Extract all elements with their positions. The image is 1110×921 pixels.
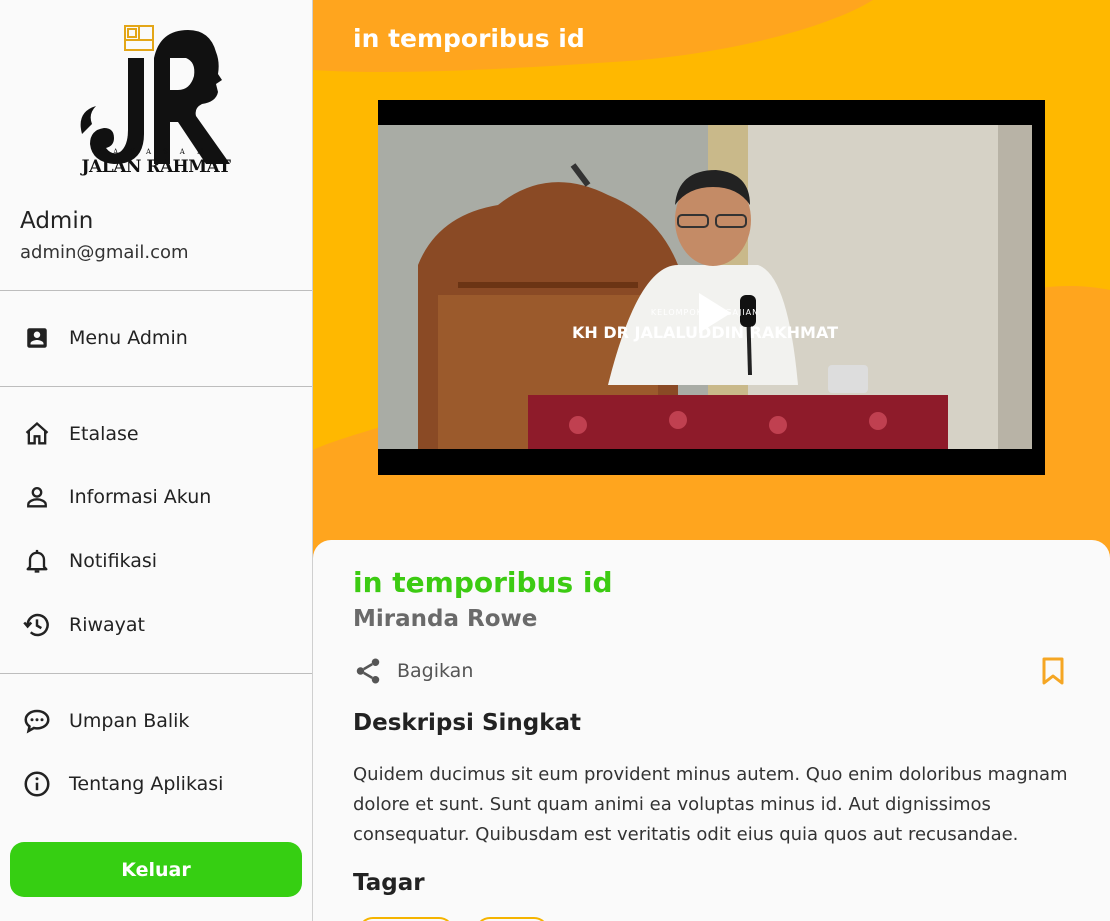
- video-player[interactable]: KELOMPOK PENGAJIAN KH DR JALALUDDIN RAKH…: [378, 100, 1045, 475]
- tag-chip[interactable]: [358, 917, 454, 921]
- description-heading: Deskripsi Singkat: [353, 710, 582, 736]
- sidebar-item-riwayat[interactable]: Riwayat: [0, 599, 312, 651]
- header-banner: in temporibus id KELOMPOK PENGAJIAN KH D…: [313, 0, 1110, 600]
- info-icon: [22, 769, 52, 799]
- divider: [0, 673, 312, 674]
- sidebar-item-informasi-akun[interactable]: Informasi Akun: [0, 471, 312, 523]
- share-icon: [353, 655, 383, 687]
- account-box-icon: [22, 323, 52, 353]
- sidebar-item-label: Menu Admin: [69, 327, 188, 349]
- sidebar-item-tentang-aplikasi[interactable]: Tentang Aplikasi: [0, 758, 312, 810]
- logout-button[interactable]: Keluar: [10, 842, 302, 897]
- sidebar-item-umpan-balik[interactable]: Umpan Balik: [0, 695, 312, 747]
- tags-heading: Tagar: [353, 870, 425, 896]
- bell-icon: [22, 546, 52, 576]
- jalan-rahmat-logo: YAYASAN JALAN RAHMAT: [70, 22, 242, 178]
- sidebar-item-etalase[interactable]: Etalase: [0, 408, 312, 460]
- content-card: in temporibus id Miranda Rowe Bagikan De…: [313, 540, 1110, 921]
- chat-bubble-icon: [22, 706, 52, 736]
- sidebar-item-label: Informasi Akun: [69, 486, 212, 508]
- description-text: Quidem ducimus sit eum provident minus a…: [353, 764, 1068, 845]
- content-title: in temporibus id: [353, 566, 613, 599]
- sidebar-item-label: Umpan Balik: [69, 710, 190, 732]
- share-label: Bagikan: [397, 660, 474, 682]
- video-thumbnail: KELOMPOK PENGAJIAN KH DR JALALUDDIN RAKH…: [378, 125, 1032, 449]
- person-icon: [22, 482, 52, 512]
- sidebar-item-menu-admin[interactable]: Menu Admin: [0, 312, 312, 364]
- tag-chip[interactable]: [475, 917, 549, 921]
- logo-text: JALAN RAHMAT: [81, 157, 231, 177]
- user-email: admin@gmail.com: [20, 242, 189, 263]
- video-caption: KH DR JALALUDDIN RAKHMAT: [571, 323, 838, 342]
- sidebar-item-notifikasi[interactable]: Notifikasi: [0, 535, 312, 587]
- home-icon: [22, 419, 52, 449]
- page-title: in temporibus id: [353, 24, 585, 53]
- sidebar-item-label: Riwayat: [69, 614, 145, 636]
- sidebar-item-label: Tentang Aplikasi: [69, 773, 224, 795]
- divider: [0, 386, 312, 387]
- content-author: Miranda Rowe: [353, 606, 538, 632]
- user-name: Admin: [20, 208, 94, 234]
- divider: [0, 290, 312, 291]
- history-icon: [22, 610, 52, 640]
- sidebar-item-label: Notifikasi: [69, 550, 158, 572]
- bookmark-icon[interactable]: [1041, 656, 1065, 686]
- share-button[interactable]: Bagikan: [353, 654, 473, 688]
- video-caption-small: KELOMPOK PENGAJIAN: [650, 308, 760, 317]
- logo-subtext: YAYASAN: [97, 148, 215, 156]
- main-content: in temporibus id KELOMPOK PENGAJIAN KH D…: [313, 0, 1110, 921]
- sidebar: YAYASAN JALAN RAHMAT Admin admin@gmail.c…: [0, 0, 313, 921]
- sidebar-item-label: Etalase: [69, 423, 139, 445]
